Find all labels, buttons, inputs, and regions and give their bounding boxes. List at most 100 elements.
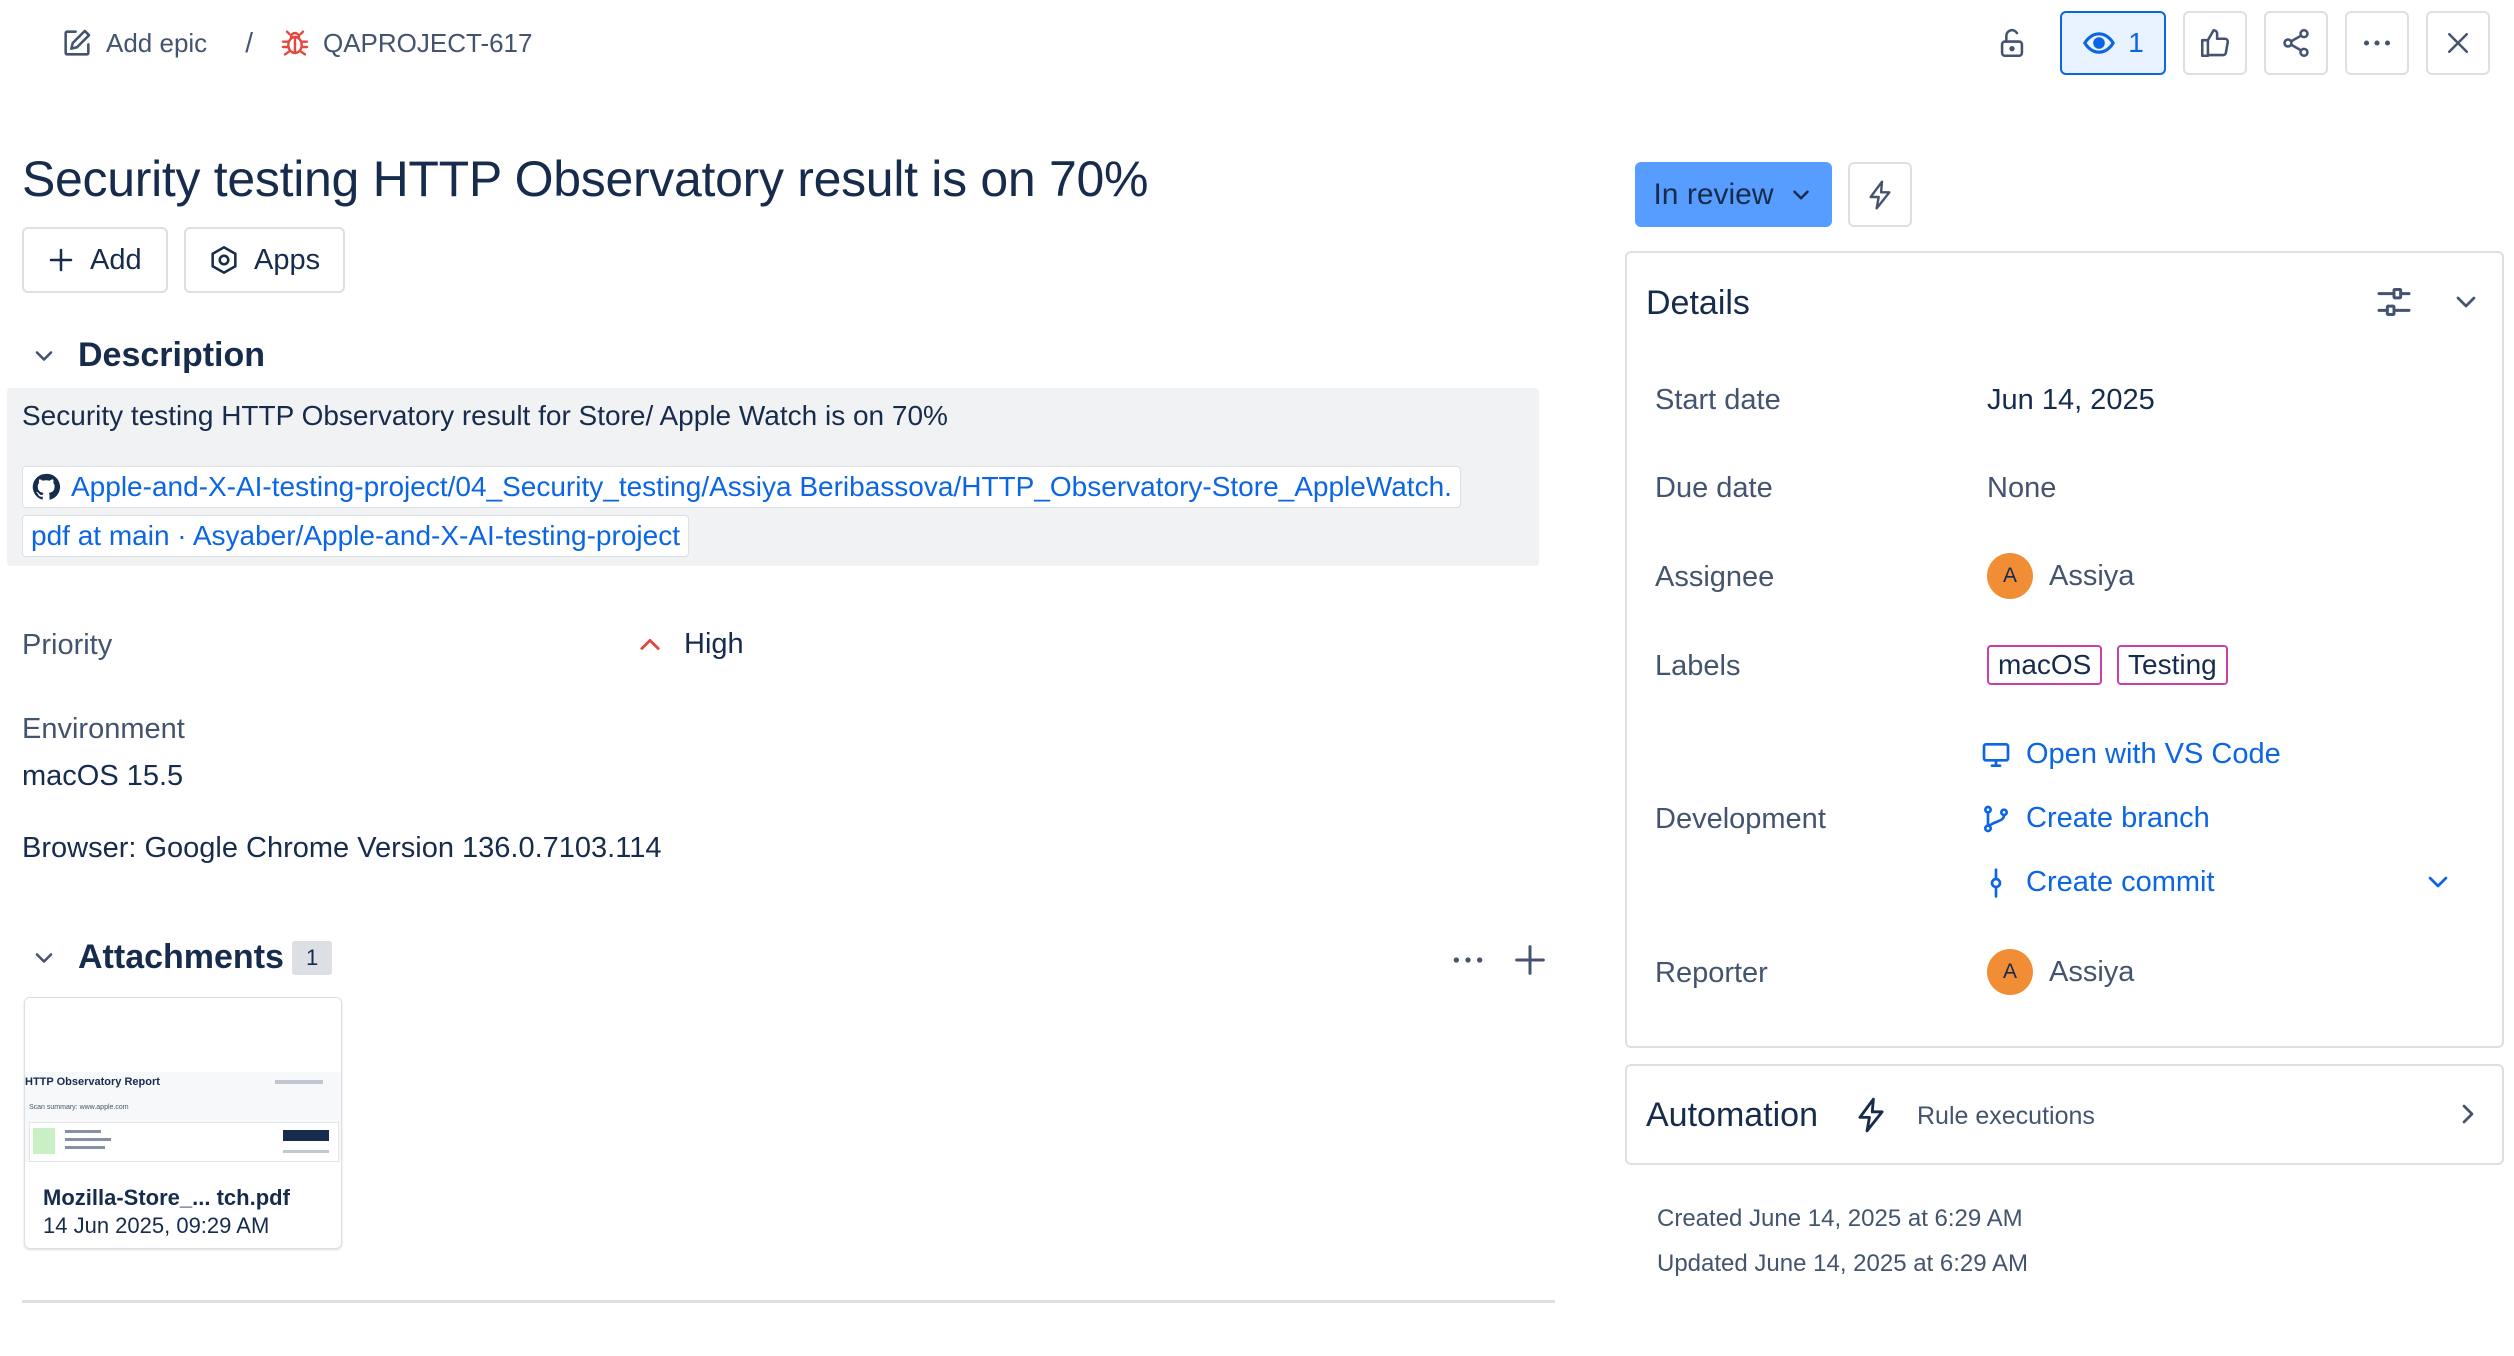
avatar: A (1987, 553, 2033, 599)
avatar: A (1987, 949, 2033, 995)
add-epic-link[interactable]: Add epic (60, 26, 207, 60)
create-commit-label: Create commit (2026, 866, 2215, 898)
commit-icon (1980, 867, 2012, 899)
priority-field[interactable]: High (636, 628, 744, 661)
create-branch-label: Create branch (2026, 802, 2210, 834)
attachment-date: 14 Jun 2025, 09:29 AM (43, 1213, 270, 1238)
create-branch-link[interactable]: Create branch (1980, 802, 2210, 835)
status-label: In review (1653, 177, 1774, 211)
lightning-icon (1864, 179, 1896, 211)
github-link-text-line1: Apple-and-X-AI-testing-project/04_Securi… (71, 471, 1452, 502)
github-link-chip-continued[interactable]: pdf at main · Asyaber/Apple-and-X-AI-tes… (22, 515, 689, 557)
start-date-label: Start date (1655, 384, 1781, 416)
plus-icon (46, 245, 76, 275)
add-epic-label: Add epic (106, 27, 208, 58)
breadcrumb-separator: / (245, 27, 253, 58)
apps-button[interactable]: Apps (184, 227, 345, 293)
configure-fields-button[interactable] (2374, 282, 2414, 322)
close-button[interactable] (2426, 11, 2490, 75)
create-commit-link[interactable]: Create commit (1980, 866, 2215, 899)
vote-button[interactable] (2183, 11, 2247, 75)
apps-icon (208, 244, 240, 276)
attachments-heading: Attachments 1 (30, 938, 333, 977)
unlock-icon (1995, 26, 2029, 60)
github-link-chip[interactable]: Apple-and-X-AI-testing-project/04_Securi… (22, 466, 1461, 508)
chevron-right-icon (2452, 1098, 2484, 1130)
priority-value: High (684, 628, 744, 660)
chevron-down-icon (2450, 286, 2482, 318)
label-chip[interactable]: Testing (2117, 645, 2228, 685)
browser-text[interactable]: Browser: Google Chrome Version 136.0.710… (22, 832, 661, 865)
more-actions-button[interactable] (2345, 11, 2409, 75)
environment-label: Environment (22, 713, 185, 745)
description-heading-label: Description (78, 336, 266, 374)
lightning-icon (1852, 1094, 1890, 1136)
assignee-field[interactable]: A Assiya (1987, 553, 2134, 599)
monitor-icon (1980, 739, 2012, 771)
close-icon (2443, 28, 2473, 58)
attachment-card[interactable]: HTTP Observatory Report Scan summary: ww… (24, 997, 342, 1249)
attachment-thumbnail: HTTP Observatory Report Scan summary: ww… (25, 998, 341, 1166)
add-button[interactable]: Add (22, 227, 168, 293)
start-date-value[interactable]: Jun 14, 2025 (1987, 384, 2155, 417)
branch-icon (1980, 803, 2012, 835)
chevron-down-icon (1788, 182, 1814, 208)
reporter-label: Reporter (1655, 957, 1768, 989)
plus-icon (1510, 940, 1550, 980)
share-button[interactable] (2264, 11, 2328, 75)
thumbnail-title: HTTP Observatory Report (25, 1076, 160, 1088)
environment-value[interactable]: macOS 15.5 (22, 760, 183, 793)
apps-button-label: Apps (254, 243, 321, 276)
updated-timestamp: Updated June 14, 2025 at 6:29 AM (1657, 1250, 2028, 1277)
issue-key-link[interactable]: QAPROJECT-617 (279, 27, 533, 59)
assignee-label: Assignee (1655, 561, 1775, 593)
automation-heading: Automation (1646, 1096, 1818, 1134)
issue-key: QAPROJECT-617 (322, 27, 533, 58)
divider (22, 1300, 1555, 1303)
bug-icon (279, 27, 311, 59)
chevron-down-icon (2422, 866, 2454, 898)
open-with-vscode-label: Open with VS Code (2026, 738, 2281, 770)
attachment-name: Mozilla-Store_... tch.pdf (43, 1185, 290, 1210)
details-collapse-button[interactable] (2450, 286, 2482, 318)
assignee-name: Assiya (2049, 559, 2135, 592)
priority-label: Priority (22, 629, 113, 661)
due-date-value[interactable]: None (1987, 472, 2056, 505)
chevron-down-icon[interactable] (30, 944, 58, 972)
add-button-label: Add (90, 243, 142, 276)
status-dropdown[interactable]: In review (1635, 162, 1832, 227)
attachments-more-button[interactable] (1448, 940, 1488, 980)
add-attachment-button[interactable] (1510, 940, 1550, 980)
due-date-label: Due date (1655, 472, 1773, 504)
attachments-count-badge: 1 (291, 940, 333, 975)
chevron-down-icon[interactable] (30, 342, 58, 370)
development-expand-button[interactable] (2422, 866, 2454, 898)
labels-label: Labels (1655, 650, 1741, 682)
reporter-name: Assiya (2049, 955, 2135, 988)
description-heading: Description (30, 336, 265, 375)
github-link-text-line2: pdf at main · Asyaber/Apple-and-X-AI-tes… (31, 520, 680, 551)
github-icon (31, 472, 61, 502)
restrictions-button[interactable] (1980, 11, 2044, 75)
thumbnail-summary: Scan summary: www.apple.com (29, 1104, 129, 1111)
open-with-vscode-link[interactable]: Open with VS Code (1980, 738, 2281, 771)
edit-icon (60, 26, 94, 60)
more-icon (2359, 25, 2395, 61)
watch-count: 1 (2128, 27, 2144, 58)
attachments-heading-label: Attachments (78, 938, 284, 976)
actions-button[interactable] (1848, 162, 1912, 227)
description-text: Security testing HTTP Observatory result… (22, 400, 948, 431)
rule-executions-label: Rule executions (1917, 1102, 2095, 1130)
eye-icon (2082, 26, 2116, 60)
thumbs-up-icon (2198, 26, 2232, 60)
share-icon (2280, 27, 2312, 59)
details-heading[interactable]: Details (1646, 284, 1750, 323)
issue-title[interactable]: Security testing HTTP Observatory result… (22, 150, 1148, 208)
development-label: Development (1655, 803, 1826, 835)
watch-button[interactable]: 1 (2060, 11, 2166, 75)
reporter-field[interactable]: A Assiya (1987, 949, 2134, 995)
label-chip[interactable]: macOS (1987, 645, 2103, 685)
breadcrumb: Add epic / QAPROJECT-617 (60, 26, 532, 60)
created-timestamp: Created June 14, 2025 at 6:29 AM (1657, 1205, 2023, 1232)
sliders-icon (2374, 282, 2414, 322)
